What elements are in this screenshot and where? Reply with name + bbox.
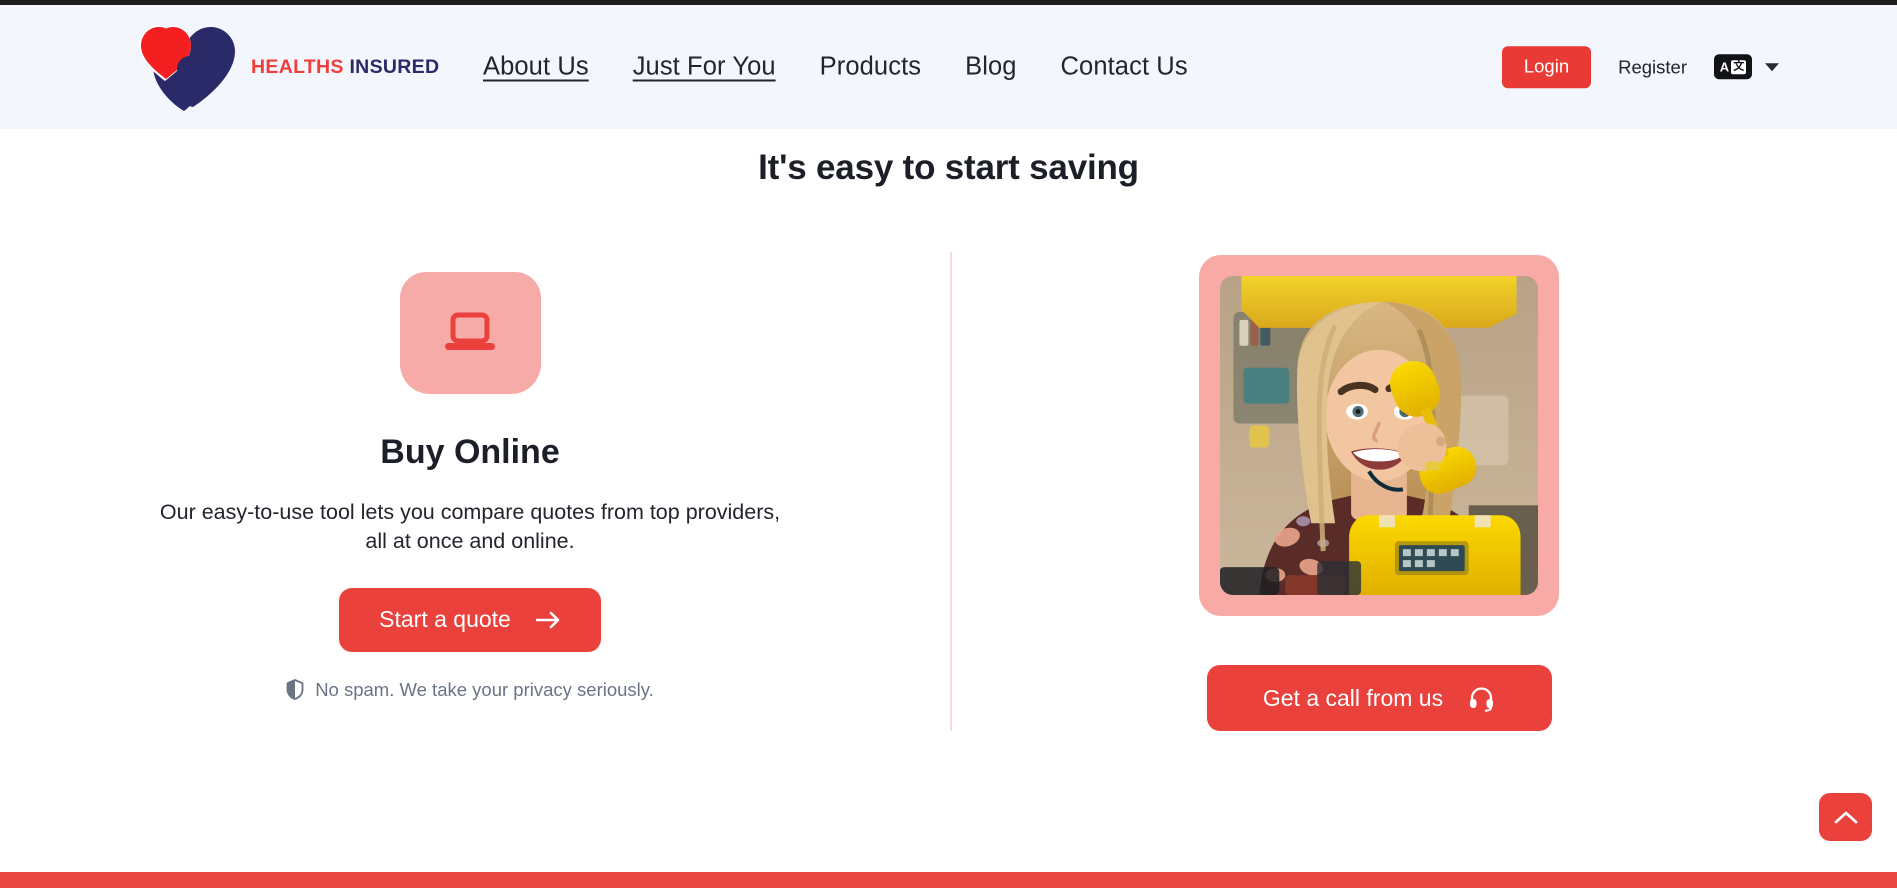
register-link[interactable]: Register <box>1618 56 1687 78</box>
scroll-to-top-button[interactable] <box>1819 793 1872 841</box>
buy-online-description: Our easy-to-use tool lets you compare qu… <box>159 500 781 554</box>
translate-icon-latin: A <box>1719 59 1730 75</box>
privacy-note: No spam. We take your privacy seriously. <box>286 679 654 701</box>
language-selector[interactable]: A 文 <box>1714 54 1779 80</box>
start-a-quote-label: Start a quote <box>379 606 511 633</box>
site-header: HEALTHS INSURED About Us Just For You Pr… <box>0 5 1897 129</box>
login-button[interactable]: Login <box>1501 46 1592 88</box>
buy-online-card: Buy Online Our easy-to-use tool lets you… <box>100 272 840 701</box>
arrow-right-icon <box>535 611 560 629</box>
get-a-call-button[interactable]: Get a call from us <box>1206 665 1552 731</box>
brand-logo-link[interactable]: HEALTHS INSURED <box>133 21 439 113</box>
brand-name-first: HEALTHS <box>251 55 344 78</box>
get-a-call-card: Get a call from us <box>1199 255 1559 731</box>
get-a-call-label: Get a call from us <box>1262 684 1444 711</box>
footer-accent-bar <box>0 872 1897 888</box>
call-photo-illustration <box>1220 276 1538 595</box>
nav-item-products[interactable]: Products <box>820 53 921 82</box>
chevron-down-icon <box>1765 63 1779 71</box>
translate-icon-cjk: 文 <box>1731 59 1747 75</box>
primary-navigation: About Us Just For You Products Blog Cont… <box>483 53 1188 82</box>
call-photo <box>1220 276 1538 595</box>
header-actions: Login Register A 文 <box>1501 46 1779 88</box>
brand-wordmark: HEALTHS INSURED <box>251 56 439 79</box>
shield-icon <box>286 679 304 701</box>
photo-frame <box>1199 255 1559 616</box>
buy-online-icon-tile <box>399 272 541 394</box>
heart-person-logo-icon <box>139 25 235 111</box>
chevron-up-icon <box>1834 811 1857 823</box>
translate-icon: A 文 <box>1714 54 1752 80</box>
brand-name-second: INSURED <box>349 55 440 78</box>
laptop-icon <box>445 312 495 350</box>
start-a-quote-button[interactable]: Start a quote <box>339 587 601 652</box>
nav-item-contact-us[interactable]: Contact Us <box>1061 53 1188 82</box>
page-root: HEALTHS INSURED About Us Just For You Pr… <box>0 0 1897 888</box>
nav-item-just-for-you[interactable]: Just For You <box>633 53 776 82</box>
buy-online-title: Buy Online <box>380 433 560 471</box>
headset-icon <box>1470 686 1494 712</box>
privacy-note-text: No spam. We take your privacy seriously. <box>315 678 654 700</box>
column-divider <box>950 252 952 731</box>
nav-item-blog[interactable]: Blog <box>965 53 1016 82</box>
page-title: It's easy to start saving <box>758 148 1139 187</box>
nav-item-about-us[interactable]: About Us <box>483 53 589 82</box>
